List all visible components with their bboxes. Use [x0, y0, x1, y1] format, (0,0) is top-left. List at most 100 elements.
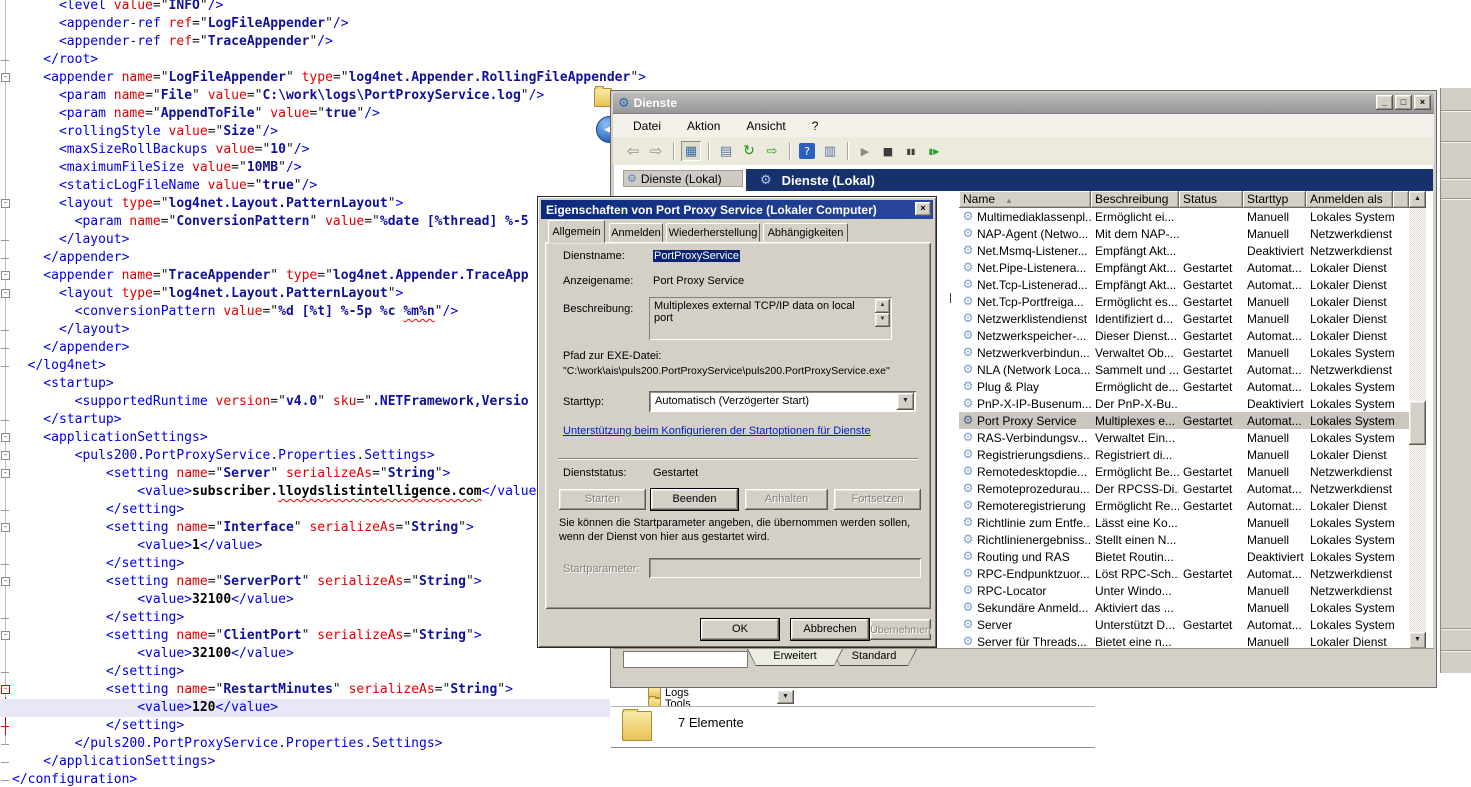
table-row[interactable]: ⚙Richtlinie zum Entfe...Lässt eine Ko...…	[959, 514, 1409, 531]
dialog-titlebar[interactable]: Eigenschaften von Port Proxy Service (Lo…	[541, 200, 933, 219]
window-titlebar[interactable]: ⚙ Dienste _□×	[613, 93, 1434, 114]
refresh-icon[interactable]: ↻	[739, 141, 759, 161]
start-service-icon[interactable]: ▶	[855, 141, 875, 161]
start-type-select[interactable]: Automatisch (Verzögerter Start) ▼	[649, 391, 916, 412]
table-row[interactable]: ⚙Routing und RASBietet Routin...Deaktivi…	[959, 548, 1409, 565]
fold-marker[interactable]: -	[1, 685, 10, 694]
vertical-scrollbar[interactable]: ▲ ▼	[1409, 191, 1426, 649]
service-starttype: Manuell	[1243, 227, 1306, 241]
chevron-down-icon[interactable]: ▼	[897, 393, 914, 410]
tab-abhngigkeiten[interactable]: Abhängigkeiten	[763, 223, 848, 242]
minimize-button[interactable]: _	[1376, 95, 1393, 110]
ok-button[interactable]: OK	[701, 619, 779, 640]
tree-item-dienste-lokal[interactable]: ⚙ Dienste (Lokal)	[623, 170, 743, 187]
table-row[interactable]: ⚙RPC-LocatorUnter Windo...ManuellNetzwer…	[959, 582, 1409, 599]
table-row[interactable]: ⚙Port Proxy ServiceMultiplexes e...Gesta…	[959, 412, 1409, 429]
fold-marker[interactable]: -	[1, 289, 10, 298]
fold-marker[interactable]: -	[1, 631, 10, 640]
table-row[interactable]: ⚙RPC-Endpunktzuor...Löst RPC-Sch...Gesta…	[959, 565, 1409, 582]
stop-service-icon[interactable]: ■	[878, 141, 898, 161]
restart-service-icon[interactable]: ▮▶	[924, 141, 944, 161]
maximize-button[interactable]: □	[1395, 95, 1412, 110]
menu-item-aktion[interactable]: Aktion	[687, 119, 720, 133]
tab-anmelden[interactable]: Anmelden	[609, 223, 663, 242]
tab-standard[interactable]: Standard	[831, 649, 917, 666]
fold-marker[interactable]: -	[1, 73, 10, 82]
table-row[interactable]: ⚙Netzwerkverbindun...Verwaltet Ob...Gest…	[959, 344, 1409, 361]
table-row[interactable]: ⚙Netzwerkspeicher-...Dieser Dienst...Ges…	[959, 327, 1409, 344]
table-row[interactable]: ⚙Remoteprozedurau...Der RPCSS-Di...Gesta…	[959, 480, 1409, 497]
explorer-folder-list[interactable]: Logs Tools	[611, 688, 1095, 706]
column-header-status[interactable]: Status	[1179, 191, 1243, 208]
scroll-up-icon[interactable]: ▲	[875, 299, 890, 313]
fold-marker[interactable]: -	[1, 469, 10, 478]
service-gear-icon: ⚙	[959, 634, 977, 649]
table-row[interactable]: ⚙Registrierungsdiens...Registriert di...…	[959, 446, 1409, 463]
table-row[interactable]: ⚙ServerUnterstützt D...GestartetAutomat.…	[959, 616, 1409, 633]
menu-item-datei[interactable]: Datei	[633, 119, 661, 133]
table-row[interactable]: ⚙PnP-X-IP-Busenum...Der PnP-X-Bu...Deakt…	[959, 395, 1409, 412]
column-header-beschreibung[interactable]: Beschreibung	[1091, 191, 1179, 208]
close-icon[interactable]: ×	[915, 202, 931, 216]
column-header-anmeldenals[interactable]: Anmelden als	[1306, 191, 1393, 208]
menu-item-ansicht[interactable]: Ansicht	[746, 119, 785, 133]
new-window-icon[interactable]: ▥	[820, 141, 840, 161]
fold-marker[interactable]: -	[1, 451, 10, 460]
footer-input[interactable]	[623, 651, 748, 668]
pause-service-icon[interactable]: ▮▮	[901, 141, 921, 161]
table-row[interactable]: ⚙Multimediaklassenpl...Ermöglicht ei...M…	[959, 208, 1409, 225]
console-tree-icon[interactable]: ▦	[681, 141, 701, 161]
service-name: Net.Tcp-Listenerad...	[977, 278, 1091, 292]
table-row[interactable]: ⚙Sekundäre Anmeld...Aktiviert das ...Man…	[959, 599, 1409, 616]
description-field[interactable]: Multiplexes external TCP/IP data on loca…	[649, 297, 892, 340]
table-row[interactable]: ⚙Server für Threads...Bietet eine n...Ma…	[959, 633, 1409, 649]
forward-icon[interactable]: ⇨	[646, 141, 666, 161]
table-row[interactable]: ⚙Net.Pipe-Listenera...Empfängt Akt...Ges…	[959, 259, 1409, 276]
tab-allgemein[interactable]: Allgemein	[548, 220, 605, 243]
table-row[interactable]: ⚙RAS-Verbindungsv...Verwaltet Ein...Manu…	[959, 429, 1409, 446]
pause-button: Anhalten	[745, 489, 828, 510]
cancel-button[interactable]: Abbrechen	[791, 619, 869, 640]
menu-item-[interactable]: ?	[812, 119, 819, 133]
scrollbar-thumb[interactable]	[1409, 401, 1426, 445]
table-row[interactable]: ⚙Net.Tcp-Portfreiga...Ermöglicht es...Ge…	[959, 293, 1409, 310]
properties-icon[interactable]: ▤	[716, 141, 736, 161]
table-row[interactable]: ⚙Richtlinienergebniss...Stellt einen N..…	[959, 531, 1409, 548]
close-button[interactable]: ×	[1414, 95, 1431, 110]
list-item[interactable]: Tools	[611, 697, 691, 706]
service-description: Ermöglicht de...	[1091, 380, 1179, 394]
params-hint-line2: wenn der Dienst von hier aus gestartet w…	[559, 531, 770, 543]
service-status: Gestartet	[1179, 312, 1243, 326]
service-starttype: Manuell	[1243, 635, 1306, 649]
column-header-name[interactable]: Name▲	[959, 191, 1091, 208]
scroll-up-icon[interactable]: ▲	[1409, 191, 1426, 208]
service-status: Gestartet	[1179, 261, 1243, 275]
table-row[interactable]: ⚙Plug & PlayErmöglicht de...GestartetAut…	[959, 378, 1409, 395]
table-row[interactable]: ⚙NLA (Network Loca...Sammelt und ...Gest…	[959, 361, 1409, 378]
tab-wiederherstellung[interactable]: Wiederherstellung	[666, 223, 760, 242]
fold-marker[interactable]: -	[1, 577, 10, 586]
table-row[interactable]: ⚙Remotedesktopdie...Ermöglicht Be...Gest…	[959, 463, 1409, 480]
back-icon[interactable]: ⇦	[623, 141, 643, 161]
export-list-icon[interactable]: ⇨	[762, 141, 782, 161]
fold-marker[interactable]: -	[1, 199, 10, 208]
scroll-down-icon[interactable]: ▼	[875, 313, 890, 327]
help-icon[interactable]: ?	[799, 143, 815, 159]
table-row[interactable]: ⚙RemoteregistrierungErmöglicht Re...Gest…	[959, 497, 1409, 514]
fold-marker[interactable]: -	[1, 523, 10, 532]
toolbar-separator	[673, 142, 674, 160]
table-row[interactable]: ⚙Net.Msmq-Listener...Empfängt Akt...Deak…	[959, 242, 1409, 259]
dropdown-button[interactable]: ▼	[777, 690, 794, 704]
service-name-value[interactable]: PortProxyService	[653, 250, 740, 262]
scroll-down-icon[interactable]: ▼	[1409, 632, 1426, 649]
table-row[interactable]: ⚙NetzwerklistendienstIdentifiziert d...G…	[959, 310, 1409, 327]
tab-erweitert[interactable]: Erweitert	[747, 649, 843, 666]
startup-help-link[interactable]: Unterstützung beim Konfigurieren der Sta…	[563, 425, 871, 437]
fold-marker[interactable]: -	[1, 433, 10, 442]
table-row[interactable]: ⚙NAP-Agent (Netwo...Mit dem NAP-...Manue…	[959, 225, 1409, 242]
code-line: <param name="AppendToFile" value="true"/…	[12, 105, 380, 123]
fold-marker[interactable]: -	[1, 271, 10, 280]
table-row[interactable]: ⚙Net.Tcp-Listenerad...Empfängt Akt...Ges…	[959, 276, 1409, 293]
column-header-starttyp[interactable]: Starttyp	[1243, 191, 1306, 208]
stop-button[interactable]: Beenden	[651, 489, 738, 510]
